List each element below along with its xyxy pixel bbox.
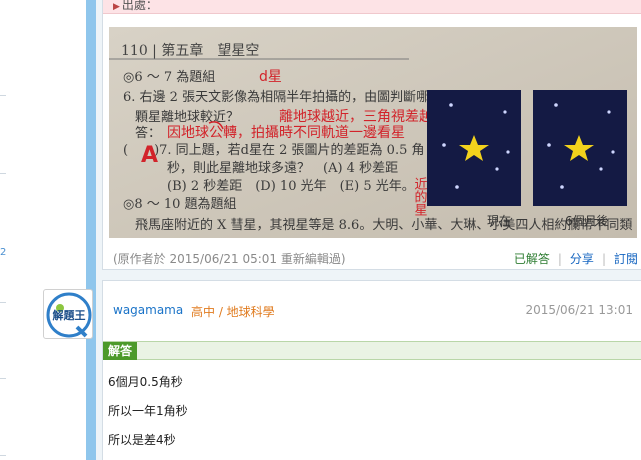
answer-badge: 解答 [103,342,138,360]
subscribe-button[interactable]: 訂閱 [614,250,638,267]
panel-label-now: 現在 [487,214,511,228]
answer-line: 所以一年1角秒 [108,404,188,418]
strip-divider [0,95,6,96]
answer-category[interactable]: 高中 / 地球科學 [191,303,275,320]
photo-line: 飛馬座附近的 X 彗星，其視星等是 8.6。大明、小華、大琳、小美四人相約攔帶不… [135,217,632,233]
handwriting-note-right: 近的星 [412,177,428,216]
answer-timestamp: 2015/06/21 13:01 [525,303,633,317]
handwriting-note-top: 離地球越近，三角視差越大 [279,108,447,125]
answer-label-bar: 解答 [103,341,641,360]
photo-line: 答： [135,125,161,141]
question-photo[interactable]: 110 | 第五章 望星空 ◎6 ～ 7 為題組 6. 右邊 2 張天文影像為相… [109,27,637,238]
photo-line: ◎8 ～ 10 題為題組 [123,196,237,212]
source-label: 出處： [121,0,158,12]
caret-right-icon: ▶ [113,2,120,12]
action-separator: | [557,251,562,266]
action-separator: | [601,251,606,266]
star-panel-now [427,90,521,206]
question-meta-row: (原作者於 2015/06/21 05:01 重新編輯過) 已解答 | 分享 |… [113,250,638,268]
photo-line: 秒，則此星離地球多遠？ (A) 4 秒差距 [167,160,398,176]
avatar[interactable]: 解題王 [43,289,93,339]
left-page-strip: 2 [0,0,86,460]
source-bar[interactable]: ▶ 出處： [103,0,641,14]
strip-divider [0,173,6,174]
photo-line: (B) 2 秒差距 (D) 10 光年 (E) 5 光年。 [167,179,415,194]
star-panel-later [533,90,627,206]
strip-divider [0,302,6,303]
thread-accent-bar [86,0,96,460]
handwriting-star-label: d星 [259,69,282,85]
answer-line: 所以是差4秒 [108,433,176,447]
question-actions: 已解答 | 分享 | 訂閱 [514,250,638,267]
photo-page-header: 110 | 第五章 望星空 [121,42,259,59]
handwriting-answer-mark: A [141,143,158,168]
photo-line: 6. 右邊 2 張天文影像為相隔半年拍攝的，由圖判斷哪一 [123,89,442,105]
answer-username[interactable]: wagamama [113,303,183,317]
edit-note: (原作者於 2015/06/21 05:01 重新編輯過) [113,252,346,266]
answer-line: 6個月0.5角秒 [108,375,183,389]
photo-line: ( )7. 同上題，若d星在 2 張圖片的差距為 0.5 角 [123,142,424,158]
source-toggle[interactable]: ▶ 出處： [113,0,158,13]
panel-label-later: 6個月後 [565,214,609,228]
strip-divider [0,455,6,456]
photo-line: ◎6 ～ 7 為題組 [123,69,215,85]
solved-button[interactable]: 已解答 [514,250,550,267]
question-card: ▶ 出處： 110 | 第五章 望星空 ◎6 ～ 7 為題組 6. 右邊 2 張天… [102,0,641,270]
avatar-text: 解題王 [53,308,86,322]
strip-mini-label: 2 [0,247,7,258]
answer-body: 6個月0.5角秒 所以一年1角秒 所以是差4秒 [108,372,188,459]
share-button[interactable]: 分享 [570,250,594,267]
photo-line: 顆星離地球較近？ [135,110,239,125]
handwriting-note-answer: 因地球公轉，拍攝時不同軌道一邊看星 [167,125,405,141]
strip-divider [0,378,6,379]
